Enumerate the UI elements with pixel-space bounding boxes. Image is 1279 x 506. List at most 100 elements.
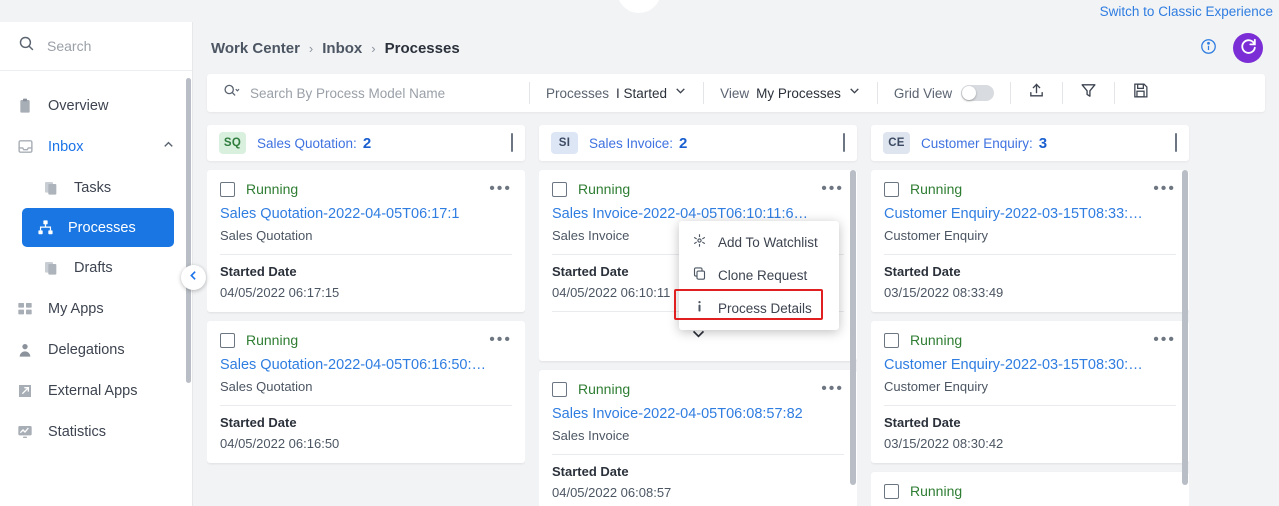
card-subtitle: Customer Enquiry (884, 228, 989, 243)
card-header: Running (884, 483, 1176, 499)
breadcrumb-inbox[interactable]: Inbox (322, 40, 362, 57)
context-menu-item-label: Process Details (718, 301, 812, 316)
process-card[interactable]: Running ••• Sales Invoice-2022-04-05T06:… (539, 370, 857, 506)
card-field-value: 03/15/2022 08:30:42 (884, 436, 1004, 451)
card-subtitle: Customer Enquiry (884, 379, 989, 394)
card-checkbox[interactable] (552, 381, 567, 397)
sidebar: Search Overview Inbox Tasks Processes Dr… (0, 22, 193, 506)
card-subtitle: Sales Invoice (552, 428, 630, 443)
column-sales-quotation: SQ Sales Quotation: 2 Running ••• Sales … (207, 125, 525, 506)
filter-button[interactable] (1063, 82, 1114, 104)
column-header: SQ Sales Quotation: 2 (207, 125, 525, 161)
card-title-link[interactable]: Sales Invoice-2022-04-05T06:08:57:82 (552, 406, 844, 422)
context-menu-item-clone-request[interactable]: Clone Request (679, 259, 839, 292)
sidebar-item-external-apps[interactable]: External Apps (0, 370, 192, 411)
card-menu-button[interactable]: ••• (489, 181, 512, 197)
card-menu-button[interactable]: ••• (1153, 332, 1176, 348)
export-button[interactable] (1011, 82, 1062, 104)
card-title-link[interactable]: Sales Quotation-2022-04-05T06:17:1 (220, 206, 512, 222)
card-subtitle: Sales Quotation (220, 228, 313, 243)
sidebar-item-label: My Apps (48, 300, 104, 317)
card-checkbox[interactable] (884, 181, 899, 197)
sidebar-collapse-button[interactable] (181, 265, 206, 290)
card-title-link[interactable]: Customer Enquiry-2022-03-15T08:30:… (884, 357, 1176, 373)
card-field-value: 03/15/2022 08:33:49 (884, 285, 1004, 300)
card-menu-button[interactable]: ••• (1153, 181, 1176, 197)
info-circle-icon[interactable] (1200, 38, 1217, 59)
sidebar-item-tasks[interactable]: Tasks (0, 167, 192, 208)
card-title-link[interactable]: Customer Enquiry-2022-03-15T08:33:… (884, 206, 1176, 222)
switch-to-classic-experience-link[interactable]: Switch to Classic Experience (1100, 4, 1273, 19)
context-menu-item-process-details[interactable]: Process Details (679, 292, 839, 325)
card-status: Running (246, 181, 299, 197)
card-menu-button[interactable]: ••• (821, 181, 844, 197)
save-button[interactable] (1115, 82, 1166, 104)
app-root: Switch to Classic Experience Search Over… (0, 0, 1279, 506)
sidebar-item-label: External Apps (48, 382, 138, 399)
view-dropdown[interactable]: View My Processes (704, 84, 877, 102)
process-card[interactable]: Running ••• Sales Quotation-2022-04-05T0… (207, 170, 525, 312)
sidebar-item-overview[interactable]: Overview (0, 85, 192, 126)
card-checkbox[interactable] (884, 483, 899, 499)
sidebar-item-my-apps[interactable]: My Apps (0, 288, 192, 329)
sidebar-item-drafts[interactable]: Drafts (0, 247, 192, 288)
column-scrollbar[interactable] (850, 170, 856, 485)
column-select-all-checkbox[interactable] (511, 133, 513, 152)
column-scrollbar[interactable] (1182, 170, 1188, 485)
checkbox[interactable] (511, 133, 513, 152)
search-input[interactable]: Search By Process Model Name (207, 82, 529, 104)
sidebar-item-processes[interactable]: Processes (22, 208, 174, 247)
column-select-all-checkbox[interactable] (1175, 133, 1177, 152)
card-field-value: 04/05/2022 06:16:50 (220, 436, 340, 451)
column-select-all-checkbox[interactable] (843, 133, 845, 152)
card-subtitle: Sales Quotation (220, 379, 313, 394)
search-dropdown-icon[interactable] (223, 82, 240, 104)
process-card[interactable]: Running (871, 472, 1189, 506)
chevron-down-icon (848, 84, 861, 102)
card-menu-button[interactable]: ••• (489, 332, 512, 348)
card-menu-button[interactable]: ••• (821, 381, 844, 397)
card-title-link[interactable]: Sales Quotation-2022-04-05T06:16:50:… (220, 357, 512, 373)
sidebar-item-statistics[interactable]: Statistics (0, 411, 192, 452)
card-checkbox[interactable] (884, 332, 899, 348)
refresh-button[interactable] (1233, 33, 1263, 63)
checkbox[interactable] (1175, 133, 1177, 152)
sidebar-item-label: Overview (48, 97, 109, 114)
process-card[interactable]: Running ••• Sales Quotation-2022-04-05T0… (207, 321, 525, 463)
grid-view-toggle[interactable] (961, 85, 995, 101)
context-menu-item-label: Add To Watchlist (718, 235, 818, 250)
card-checkbox[interactable] (220, 181, 235, 197)
checkbox[interactable] (843, 133, 845, 152)
documents-icon (42, 259, 60, 277)
column-badge: CE (883, 132, 910, 154)
card-field-label: Started Date (220, 415, 297, 430)
card-divider (220, 405, 512, 406)
process-card[interactable]: Running ••• Customer Enquiry-2022-03-15T… (871, 321, 1189, 463)
sidebar-item-inbox[interactable]: Inbox (0, 126, 192, 167)
breadcrumb: Work Center › Inbox › Processes (193, 22, 1279, 74)
process-card[interactable]: Running ••• Customer Enquiry-2022-03-15T… (871, 170, 1189, 312)
context-menu-item-label: Clone Request (718, 268, 808, 283)
refresh-icon (1239, 37, 1258, 60)
card-checkbox[interactable] (552, 181, 567, 197)
card-divider (220, 254, 512, 255)
sidebar-scrollbar[interactable] (186, 78, 191, 383)
sidebar-search[interactable]: Search (0, 22, 192, 71)
main-area: Work Center › Inbox › Processes Search B… (193, 22, 1279, 506)
header-icons (1200, 33, 1279, 63)
chevron-up-icon[interactable] (161, 137, 176, 157)
column-title: Sales Quotation: (257, 135, 357, 151)
card-checkbox[interactable] (220, 332, 235, 348)
context-menu-item-add-to-watchlist[interactable]: Add To Watchlist (679, 226, 839, 259)
processes-filter-dropdown[interactable]: Processes I Started (530, 84, 703, 102)
card-status: Running (246, 332, 299, 348)
card-field-value: 04/05/2022 06:08:57 (552, 485, 672, 500)
processes-filter-label: Processes (546, 85, 610, 101)
column-badge: SI (551, 132, 578, 154)
breadcrumb-work-center[interactable]: Work Center (211, 40, 300, 57)
top-notch (617, 0, 661, 13)
card-header: Running ••• (552, 381, 844, 397)
card-title-link[interactable]: Sales Invoice-2022-04-05T06:10:11:6… (552, 206, 844, 222)
card-header: Running ••• (884, 181, 1176, 197)
sidebar-item-delegations[interactable]: Delegations (0, 329, 192, 370)
